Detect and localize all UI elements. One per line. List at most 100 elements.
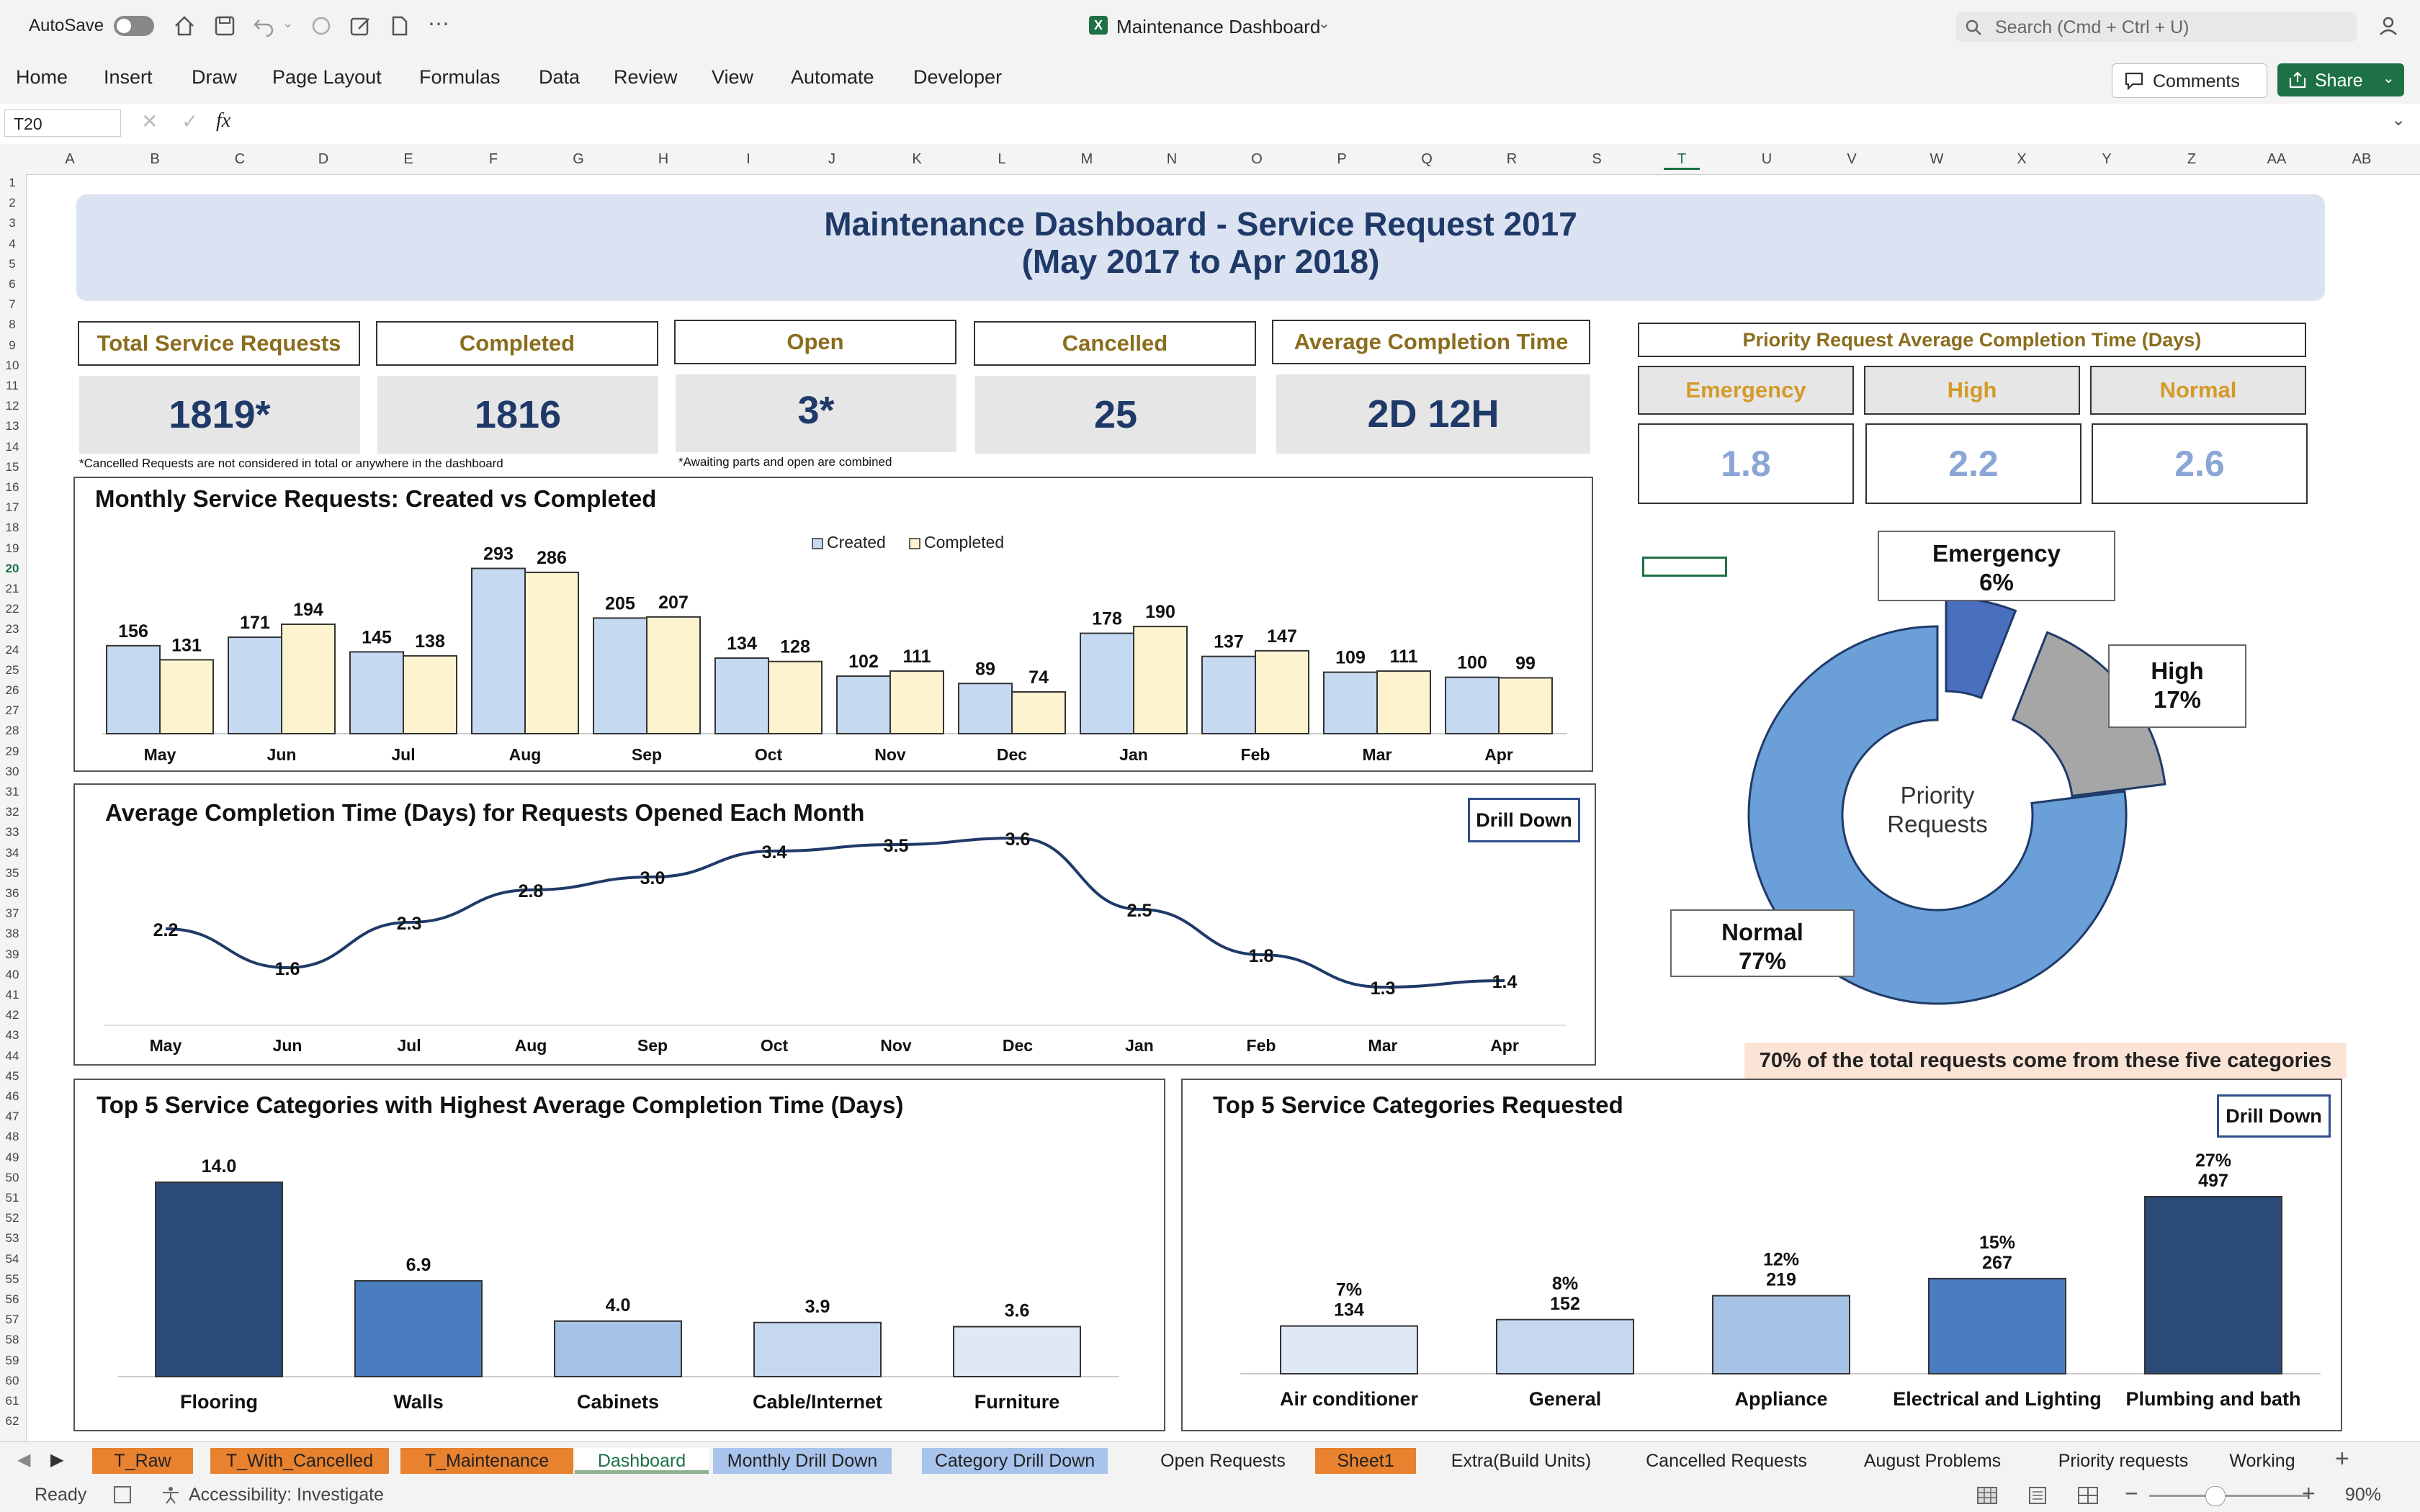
window-title[interactable]: Maintenance Dashboard [1116,16,1320,38]
row-header-11[interactable]: 11 [0,379,24,393]
tab-developer[interactable]: Developer [913,66,1002,89]
column-header-w[interactable]: W [1919,151,1955,168]
column-header-ab[interactable]: AB [2344,151,2380,168]
tab-automate[interactable]: Automate [791,66,874,89]
row-header-60[interactable]: 60 [0,1374,24,1388]
row-header-32[interactable]: 32 [0,805,24,819]
more-icon[interactable]: ⋯ [428,12,449,37]
row-header-35[interactable]: 35 [0,866,24,881]
zoom-level[interactable]: 90% [2345,1485,2381,1506]
row-header-26[interactable]: 26 [0,683,24,698]
drill-down-button-category[interactable]: Drill Down [2217,1094,2331,1138]
row-header-18[interactable]: 18 [0,521,24,535]
column-header-c[interactable]: C [222,151,258,168]
redo-icon[interactable] [310,14,333,37]
row-header-41[interactable]: 41 [0,988,24,1002]
column-header-y[interactable]: Y [2089,151,2125,168]
row-header-29[interactable]: 29 [0,744,24,759]
row-header-7[interactable]: 7 [0,297,24,312]
row-header-6[interactable]: 6 [0,277,24,292]
column-header-g[interactable]: G [560,151,596,168]
row-header-30[interactable]: 30 [0,765,24,779]
scroll-right-icon[interactable]: ▶ [50,1449,63,1470]
page-layout-view-icon[interactable] [2027,1486,2048,1505]
row-header-52[interactable]: 52 [0,1211,24,1225]
column-header-p[interactable]: P [1324,151,1360,168]
row-header-4[interactable]: 4 [0,237,24,251]
column-header-b[interactable]: B [137,151,173,168]
column-header-l[interactable]: L [984,151,1020,168]
drill-down-button-monthly[interactable]: Drill Down [1468,798,1580,842]
search-box[interactable]: Search (Cmd + Ctrl + U) [1956,12,2357,42]
row-header-43[interactable]: 43 [0,1028,24,1043]
row-header-36[interactable]: 36 [0,886,24,901]
column-header-j[interactable]: J [814,151,850,168]
column-header-m[interactable]: M [1069,151,1105,168]
home-icon[interactable] [173,14,196,37]
add-sheet-icon[interactable]: + [2335,1445,2349,1473]
account-icon[interactable] [2377,14,2400,37]
row-header-21[interactable]: 21 [0,582,24,596]
row-header-20[interactable]: 20 [0,562,24,576]
sheet-tab-cancelled-requests[interactable]: Cancelled Requests [1625,1448,1828,1474]
row-header-24[interactable]: 24 [0,643,24,657]
column-header-u[interactable]: U [1749,151,1785,168]
new-document-icon[interactable] [387,14,411,37]
row-header-59[interactable]: 59 [0,1354,24,1368]
sheet-tab-working[interactable]: Working [2220,1448,2305,1474]
column-header-n[interactable]: N [1154,151,1190,168]
enter-icon[interactable]: ✓ [182,109,198,133]
column-header-e[interactable]: E [390,151,426,168]
cancel-icon[interactable]: ✕ [141,109,158,133]
zoom-slider-handle[interactable] [2205,1486,2226,1506]
row-header-51[interactable]: 51 [0,1191,24,1205]
sheet-tab-sheet1[interactable]: Sheet1 [1315,1448,1416,1474]
comments-button[interactable]: Comments [2112,63,2267,98]
row-header-28[interactable]: 28 [0,724,24,738]
row-header-34[interactable]: 34 [0,846,24,860]
row-header-56[interactable]: 56 [0,1292,24,1307]
row-header-27[interactable]: 27 [0,703,24,718]
row-header-37[interactable]: 37 [0,906,24,921]
row-header-10[interactable]: 10 [0,359,24,373]
share-chevron-down-icon[interactable]: ⌄ [2383,69,2395,87]
sheet-tab-open-requests[interactable]: Open Requests [1128,1448,1318,1474]
title-chevron-down-icon[interactable]: ⌄ [1318,14,1330,32]
edit-icon[interactable] [349,14,372,37]
tab-data[interactable]: Data [539,66,580,89]
accessibility-icon[interactable] [160,1485,182,1505]
tab-insert[interactable]: Insert [104,66,153,89]
row-header-47[interactable]: 47 [0,1110,24,1124]
row-header-5[interactable]: 5 [0,257,24,271]
row-header-58[interactable]: 58 [0,1333,24,1347]
row-header-33[interactable]: 33 [0,825,24,840]
sheet-tab-category-drill-down[interactable]: Category Drill Down [922,1448,1108,1474]
scroll-left-icon[interactable]: ◀ [17,1449,30,1470]
row-header-39[interactable]: 39 [0,948,24,962]
row-header-62[interactable]: 62 [0,1414,24,1428]
row-header-54[interactable]: 54 [0,1252,24,1266]
row-header-9[interactable]: 9 [0,338,24,353]
column-header-x[interactable]: X [2004,151,2040,168]
function-icon[interactable]: fx [216,109,230,132]
sheet-tab-priority-requests[interactable]: Priority requests [2040,1448,2207,1474]
row-header-53[interactable]: 53 [0,1231,24,1246]
column-header-v[interactable]: V [1834,151,1870,168]
column-header-h[interactable]: H [645,151,681,168]
row-header-44[interactable]: 44 [0,1049,24,1063]
zoom-out-icon[interactable]: − [2125,1480,2138,1507]
autosave-toggle[interactable] [114,16,154,36]
column-header-s[interactable]: S [1579,151,1615,168]
undo-icon[interactable] [252,14,275,37]
row-header-13[interactable]: 13 [0,419,24,433]
macro-record-icon[interactable] [112,1485,134,1505]
row-header-8[interactable]: 8 [0,318,24,332]
column-header-z[interactable]: Z [2174,151,2210,168]
row-header-23[interactable]: 23 [0,622,24,636]
row-header-2[interactable]: 2 [0,196,24,210]
accessibility-status[interactable]: Accessibility: Investigate [189,1485,384,1506]
row-header-48[interactable]: 48 [0,1130,24,1144]
column-header-o[interactable]: O [1239,151,1275,168]
row-header-61[interactable]: 61 [0,1394,24,1408]
column-header-aa[interactable]: AA [2259,151,2295,168]
